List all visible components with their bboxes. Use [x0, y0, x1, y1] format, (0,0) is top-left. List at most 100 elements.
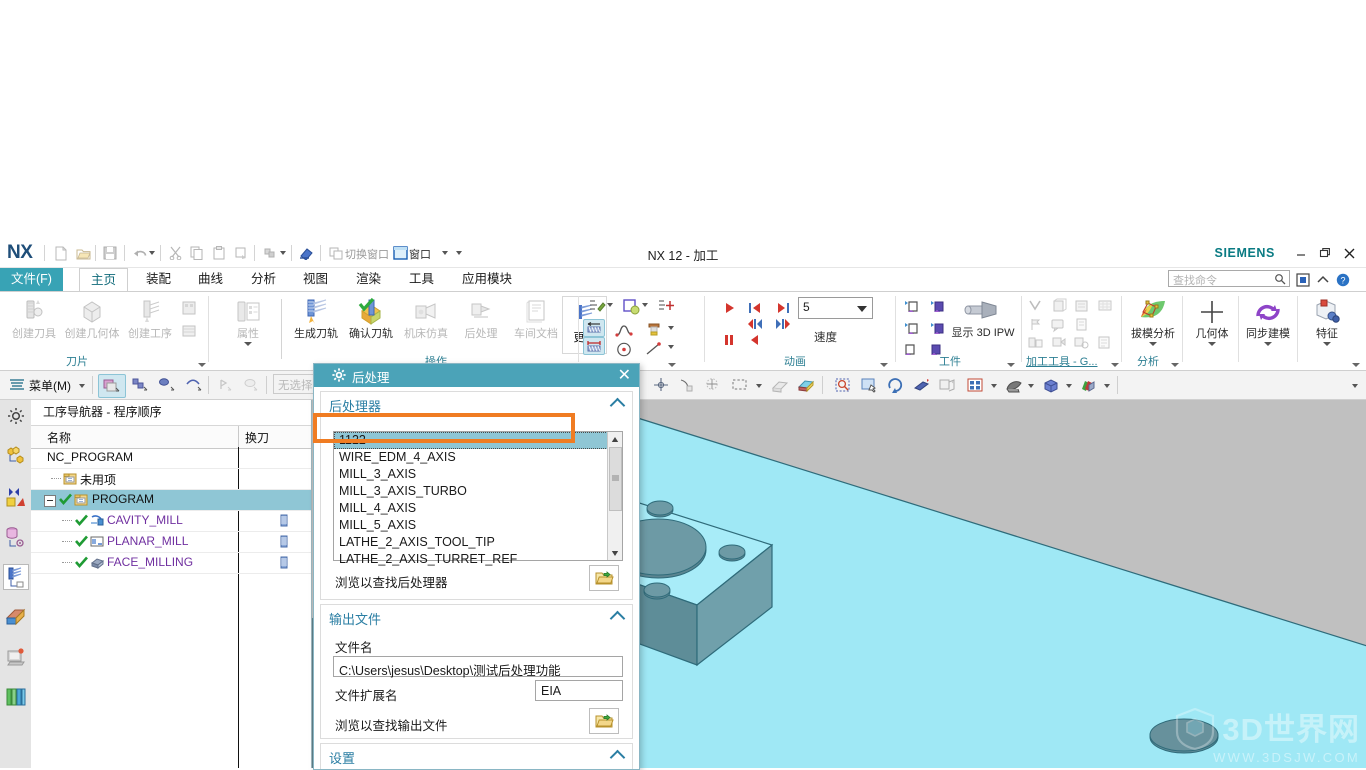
layer-settings-icon[interactable]	[936, 374, 960, 396]
mt-icon-8[interactable]	[1025, 332, 1047, 354]
listbox-scrollbar[interactable]	[607, 432, 622, 560]
create-geometry-button[interactable]: 创建几何体	[64, 295, 120, 341]
chevron-up-icon[interactable]	[609, 749, 626, 766]
help-icon[interactable]: ?	[1333, 270, 1353, 290]
properties-dropdown-caret[interactable]	[244, 342, 252, 346]
view-layout-icon[interactable]	[963, 374, 987, 396]
browse-output-button[interactable]	[589, 708, 619, 734]
step-forward-icon[interactable]	[772, 313, 794, 335]
toolpath-edit-icon[interactable]	[585, 296, 607, 318]
chevron-up-icon[interactable]	[609, 610, 626, 627]
machine-simulation-button[interactable]: 机床仿真	[398, 295, 454, 341]
ipw-display-icon-5[interactable]	[901, 339, 923, 361]
feature-caret[interactable]	[1323, 342, 1331, 346]
search-input[interactable]: 查找命令	[1168, 270, 1290, 287]
play-icon[interactable]	[718, 297, 740, 319]
rewind-icon[interactable]	[744, 329, 766, 351]
ipw-display-icon-2[interactable]	[927, 296, 949, 318]
tool-database-icon[interactable]	[178, 320, 200, 342]
minimize-button[interactable]	[1290, 244, 1312, 262]
mt-icon-11[interactable]	[1094, 332, 1116, 354]
ipw-display-icon-3[interactable]	[901, 318, 923, 340]
list-item[interactable]: MILL_3_AXIS_TURBO	[334, 483, 622, 500]
shop-documentation-button[interactable]: 车间文档	[508, 295, 564, 341]
ribbon-group-animation-caret[interactable]	[880, 363, 888, 367]
geometry-caret[interactable]	[1208, 342, 1216, 346]
section-header-output-file[interactable]: 输出文件	[321, 605, 632, 630]
point-target-icon[interactable]	[613, 338, 635, 360]
toolpath-point-icon[interactable]	[655, 296, 677, 318]
rotate-icon[interactable]	[884, 374, 908, 396]
ipw-display-icon-1[interactable]	[901, 296, 923, 318]
mt-icon-10[interactable]	[1071, 332, 1093, 354]
mt-icon-9[interactable]	[1048, 332, 1070, 354]
mt-icon-4[interactable]	[1094, 295, 1116, 317]
ribbon-group-machining-tools-caret[interactable]	[1111, 363, 1119, 367]
pan-icon[interactable]	[858, 374, 882, 396]
scroll-down-icon[interactable]	[608, 546, 621, 560]
rail-icon-machine-tool-navigator[interactable]	[3, 604, 29, 630]
menu-button[interactable]: 菜单(M)	[8, 374, 71, 396]
table-row[interactable]: 未用项	[31, 469, 311, 489]
tool-library-icon[interactable]	[178, 297, 200, 319]
tab-home[interactable]: 主页	[79, 268, 129, 291]
filter-component-icon[interactable]	[128, 374, 154, 396]
chevron-up-icon[interactable]	[1313, 270, 1333, 290]
close-icon[interactable]: ✕	[618, 365, 631, 386]
rail-icon-operation-navigator[interactable]	[3, 564, 29, 590]
hide-object-icon[interactable]	[768, 374, 792, 396]
tab-view[interactable]: 视图	[292, 268, 339, 291]
scroll-up-icon[interactable]	[608, 432, 621, 446]
list-item[interactable]: 1122	[334, 432, 622, 449]
rail-icon-history[interactable]	[3, 684, 29, 710]
draft-analysis-caret[interactable]	[1149, 342, 1157, 346]
selection-snap-icon[interactable]	[240, 374, 264, 396]
tab-tools[interactable]: 工具	[398, 268, 445, 291]
point-cloud-icon[interactable]	[702, 374, 724, 396]
filter-curve-icon[interactable]	[182, 374, 208, 396]
synchronous-modeling-button[interactable]: 同步建模	[1240, 295, 1296, 346]
geometry-button[interactable]: 几何体	[1184, 295, 1240, 346]
shading-mode-icon[interactable]	[1002, 374, 1026, 396]
line-point-icon[interactable]	[643, 338, 665, 360]
tree-expand-toggle[interactable]	[44, 495, 56, 507]
chevron-up-icon[interactable]	[609, 397, 626, 414]
browse-postprocessor-button[interactable]	[589, 565, 619, 591]
rail-icon-reuse-library[interactable]	[3, 524, 29, 550]
draft-analysis-button[interactable]: 拔模分析	[1125, 295, 1181, 346]
synchronous-modeling-caret[interactable]	[1264, 342, 1272, 346]
pause-icon[interactable]	[718, 329, 740, 351]
section-header-settings[interactable]: 设置	[321, 744, 632, 769]
extension-input[interactable]: EIA	[535, 680, 623, 701]
chevron-down-icon[interactable]	[857, 306, 867, 312]
list-item[interactable]: MILL_4_AXIS	[334, 500, 622, 517]
animation-speed-combo[interactable]: 5	[798, 297, 873, 319]
rail-icon-settings[interactable]	[3, 403, 29, 429]
list-item[interactable]: MILL_5_AXIS	[334, 517, 622, 534]
feature-button[interactable]: 特征	[1299, 295, 1355, 346]
table-row[interactable]: PLANAR_MILL	[31, 532, 311, 552]
generate-toolpath-button[interactable]: 生成刀轨	[288, 295, 344, 341]
verify-toolpath-button[interactable]: 确认刀轨	[343, 295, 399, 341]
table-row[interactable]: CAVITY_MILL	[31, 511, 311, 531]
post-process-dialog[interactable]: 后处理 ✕ 后处理器 1122 WIRE_EDM_4_AXIS MILL_3_A…	[313, 363, 640, 770]
ribbon-group-toolpath-caret[interactable]	[668, 363, 676, 367]
rail-icon-web-browser[interactable]	[3, 644, 29, 670]
tab-render[interactable]: 渲染	[345, 268, 392, 291]
measure-icon[interactable]	[676, 374, 698, 396]
show-3d-ipw-button[interactable]: 显示 3D IPW	[950, 296, 1016, 340]
filename-input[interactable]: C:\Users\jesus\Desktop\测试后处理功能	[333, 656, 623, 678]
full-screen-icon[interactable]	[1293, 270, 1313, 290]
ribbon-overflow-caret[interactable]	[1352, 363, 1360, 367]
ribbon-group-machining-tools-label[interactable]: 加工工具 - G...	[1026, 353, 1098, 369]
orient-view-icon[interactable]	[910, 374, 934, 396]
tab-curve[interactable]: 曲线	[187, 268, 234, 291]
ribbon-group-analysis-caret[interactable]	[1171, 363, 1179, 367]
list-item[interactable]: LATHE_2_AXIS_TURRET_REF	[334, 551, 622, 568]
dialog-title-bar[interactable]: 后处理 ✕	[314, 364, 639, 387]
rail-icon-part-navigator[interactable]	[3, 484, 29, 510]
table-row[interactable]: FACE_MILLING	[31, 553, 311, 573]
table-row[interactable]: PROGRAM	[31, 490, 311, 510]
post-process-button[interactable]: 后处理	[453, 295, 509, 341]
filter-face-icon[interactable]	[155, 374, 181, 396]
